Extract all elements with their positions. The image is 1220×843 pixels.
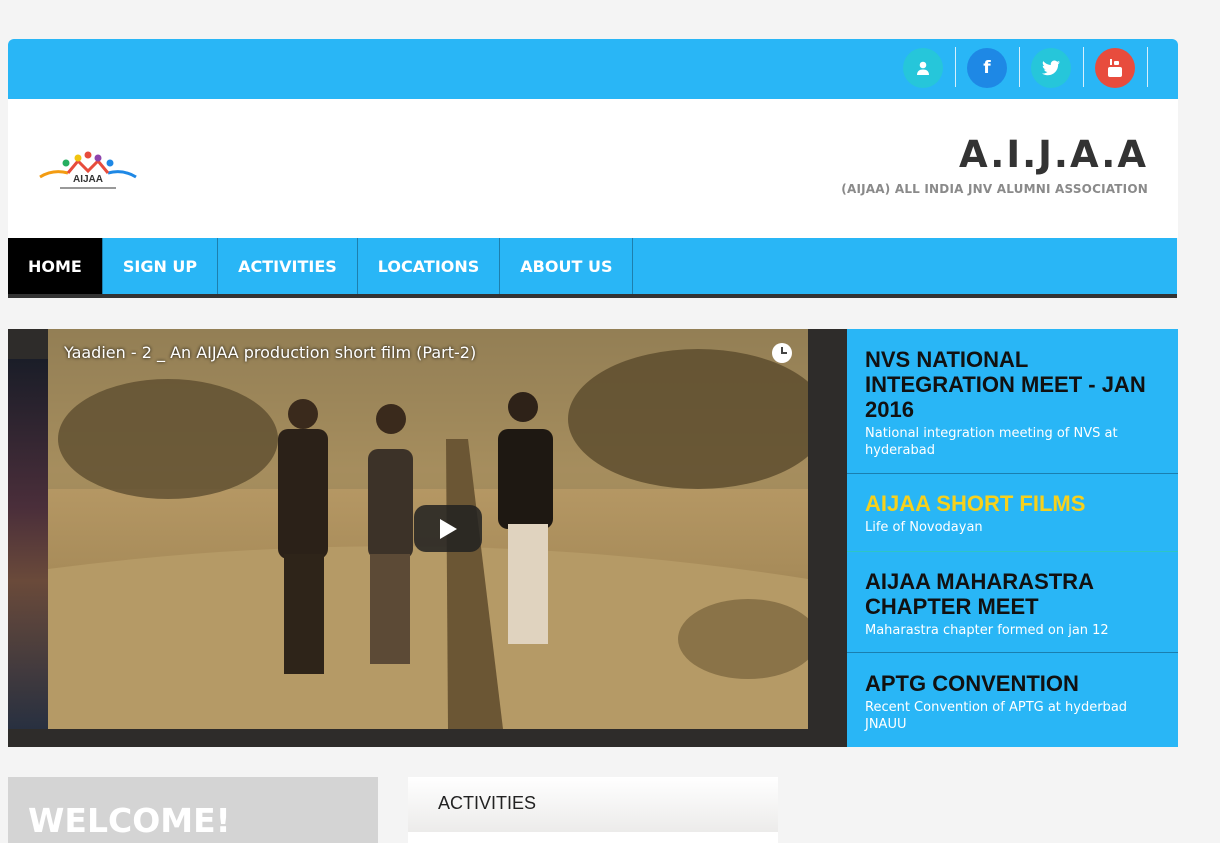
news-description: Life of Novodayan bbox=[865, 520, 983, 535]
activities-panel-header: ACTIVITIES bbox=[408, 777, 778, 832]
facebook-icon[interactable]: f bbox=[967, 48, 1007, 88]
logo-text: AIJAA bbox=[73, 174, 103, 185]
news-item[interactable]: NVS NATIONAL INTEGRATION MEET - JAN 2016… bbox=[847, 347, 1178, 459]
user-icon[interactable] bbox=[903, 48, 943, 88]
watch-later-icon[interactable] bbox=[772, 343, 792, 363]
nav-item-about-us[interactable]: ABOUT US bbox=[500, 238, 634, 294]
divider bbox=[847, 551, 1178, 552]
welcome-title: WELCOME! bbox=[28, 801, 231, 840]
twitter-icon[interactable] bbox=[1031, 48, 1071, 88]
site-title: A.I.J.A.A bbox=[958, 133, 1148, 176]
hero-slider: Yaadien - 2 _ An AIJAA production short … bbox=[8, 329, 847, 747]
play-button[interactable] bbox=[414, 505, 482, 552]
site-subtitle: (AIJAA) ALL INDIA JNV ALUMNI ASSOCIATION bbox=[841, 182, 1148, 196]
separator bbox=[1083, 47, 1084, 87]
news-title: NVS NATIONAL INTEGRATION MEET - JAN 2016 bbox=[865, 347, 1146, 422]
news-title: AIJAA MAHARASTRA CHAPTER MEET bbox=[865, 569, 1094, 619]
divider bbox=[847, 652, 1178, 653]
youtube-icon[interactable] bbox=[1095, 48, 1135, 88]
previous-slide-image[interactable] bbox=[8, 359, 48, 729]
nav-item-locations[interactable]: LOCATIONS bbox=[358, 238, 501, 294]
site-header: AIJAA A.I.J.A.A (AIJAA) ALL INDIA JNV AL… bbox=[8, 99, 1178, 238]
news-item[interactable]: APTG CONVENTION Recent Convention of APT… bbox=[847, 671, 1178, 733]
nav-item-sign-up[interactable]: SIGN UP bbox=[103, 238, 219, 294]
video-title: Yaadien - 2 _ An AIJAA production short … bbox=[64, 343, 477, 362]
activities-panel-body bbox=[408, 832, 778, 843]
separator bbox=[1019, 47, 1020, 87]
separator bbox=[955, 47, 956, 87]
welcome-panel: WELCOME! bbox=[8, 777, 378, 843]
news-item[interactable]: AIJAA MAHARASTRA CHAPTER MEET Maharastra… bbox=[847, 569, 1178, 639]
play-icon bbox=[440, 518, 457, 539]
top-social-bar: f bbox=[8, 39, 1178, 99]
news-description: National integration meeting of NVS at h… bbox=[865, 426, 1118, 458]
news-item[interactable]: AIJAA SHORT FILMS Life of Novodayan bbox=[847, 491, 1178, 536]
news-description: Maharastra chapter formed on jan 12 bbox=[865, 623, 1109, 638]
news-title: AIJAA SHORT FILMS bbox=[865, 491, 1086, 516]
video-player[interactable]: Yaadien - 2 _ An AIJAA production short … bbox=[48, 329, 808, 729]
site-logo[interactable]: AIJAA bbox=[38, 149, 138, 209]
news-title: APTG CONVENTION bbox=[865, 671, 1079, 696]
news-list: NVS NATIONAL INTEGRATION MEET - JAN 2016… bbox=[847, 329, 1178, 747]
activities-title: ACTIVITIES bbox=[438, 793, 537, 813]
nav-item-activities[interactable]: ACTIVITIES bbox=[218, 238, 358, 294]
separator bbox=[1147, 47, 1148, 87]
divider bbox=[847, 473, 1178, 474]
news-description: Recent Convention of APTG at hyderbad JN… bbox=[865, 700, 1128, 732]
main-navigation: HOME SIGN UP ACTIVITIES LOCATIONS ABOUT … bbox=[8, 238, 1177, 298]
nav-item-home[interactable]: HOME bbox=[8, 238, 103, 294]
